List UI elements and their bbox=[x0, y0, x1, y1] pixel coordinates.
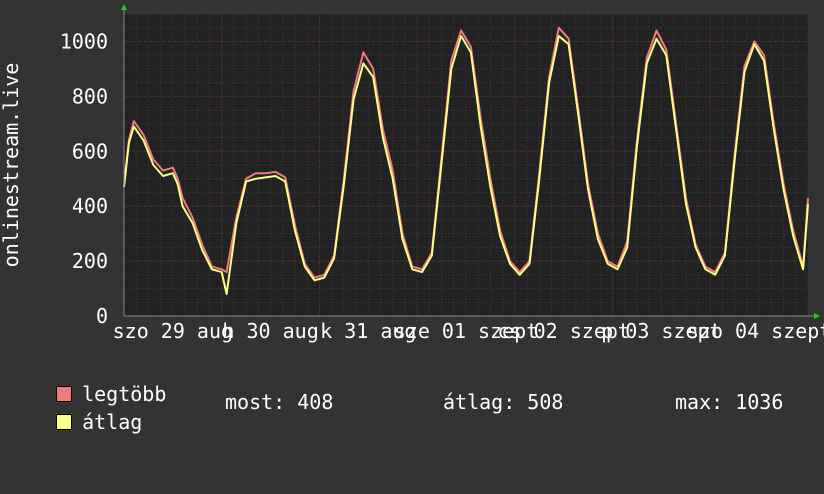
stat-now: most: 408 bbox=[225, 390, 334, 414]
legend-avg-label: átlag bbox=[82, 410, 143, 434]
legend-avg: átlag most: 408 átlag: 508 max: 1036 bbox=[32, 390, 822, 432]
x-tick-label: szo 04 szept bbox=[687, 319, 824, 343]
x-axis: szo 29 augh 30 aug k 31 augsze 01 szeptcs… bbox=[113, 319, 824, 343]
y-tick-label: 1000 bbox=[60, 29, 108, 53]
x-tick-label: szo 29 aug bbox=[113, 319, 233, 343]
x-tick-label: h 30 aug bbox=[222, 319, 318, 343]
stat-max: max: 1036 bbox=[675, 390, 784, 414]
y-tick-label: 600 bbox=[72, 139, 108, 163]
y-tick-label: 400 bbox=[72, 194, 108, 218]
y-tick-label: 200 bbox=[72, 249, 108, 273]
y-axis-label: onlinestream.live bbox=[0, 63, 23, 268]
y-axis-arrow bbox=[121, 4, 127, 10]
legend-max: legtöbb bbox=[32, 364, 166, 404]
y-axis: 0 200 400 600 800 1000 bbox=[60, 29, 108, 328]
y-tick-label: 800 bbox=[72, 84, 108, 108]
stat-avg: átlag: 508 bbox=[443, 390, 564, 414]
legend-avg-swatch bbox=[56, 414, 73, 430]
y-tick-label: 0 bbox=[96, 304, 108, 328]
